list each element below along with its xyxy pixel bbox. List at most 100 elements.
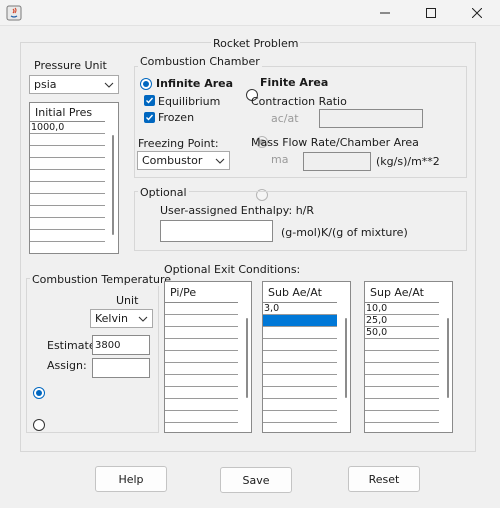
temp-unit-select[interactable]: Kelvin	[90, 309, 153, 328]
combustion-chamber-title: Combustion Chamber	[138, 55, 262, 68]
list-item[interactable]	[165, 363, 238, 375]
mass-flow-input[interactable]	[303, 152, 371, 171]
maximize-icon	[426, 8, 436, 18]
chevron-down-icon	[215, 158, 225, 164]
assign-radio[interactable]	[33, 419, 45, 431]
ac-at-label: ac/at	[271, 112, 299, 125]
list-item[interactable]: 50,0	[365, 327, 439, 339]
list-item[interactable]	[165, 375, 238, 387]
list-item[interactable]	[30, 242, 105, 253]
list-item[interactable]	[165, 339, 238, 351]
list-item[interactable]: 3,0	[263, 303, 337, 315]
list-item[interactable]	[263, 315, 337, 327]
list-header: Sup Ae/At	[365, 282, 452, 302]
list-item[interactable]	[30, 182, 105, 194]
temp-unit-value: Kelvin	[95, 312, 129, 325]
help-button[interactable]: Help	[95, 466, 167, 492]
list-item[interactable]	[165, 399, 238, 411]
list-item[interactable]	[30, 158, 105, 170]
list-item[interactable]	[165, 387, 238, 399]
estimate-radio[interactable]	[33, 387, 45, 399]
equilibrium-checkbox[interactable]	[144, 95, 155, 106]
list-item[interactable]	[30, 230, 105, 242]
list-item[interactable]	[365, 351, 439, 363]
list-item[interactable]	[30, 194, 105, 206]
save-button[interactable]: Save	[220, 467, 292, 493]
combustion-temperature-title: Combustion Temperature	[30, 273, 174, 286]
list-item[interactable]	[263, 363, 337, 375]
finite-area-label: Finite Area	[260, 76, 329, 89]
list-item[interactable]: 25,0	[365, 315, 439, 327]
sub-ae-at-list[interactable]: Sub Ae/At 3,0	[262, 281, 351, 433]
list-item[interactable]	[263, 351, 337, 363]
list-item[interactable]	[365, 339, 439, 351]
list-item[interactable]	[30, 218, 105, 230]
assign-input[interactable]	[92, 358, 150, 378]
pressure-unit-select[interactable]: psia	[29, 75, 119, 94]
list-item[interactable]	[30, 134, 105, 146]
list-item[interactable]	[365, 363, 439, 375]
list-item[interactable]	[365, 399, 439, 411]
mass-flow-unit: (kg/s)/m**2	[376, 155, 440, 168]
pi-pe-list[interactable]: Pi/Pe	[164, 281, 252, 433]
list-item[interactable]	[30, 146, 105, 158]
scrollbar[interactable]	[246, 318, 248, 398]
sup-ae-at-list[interactable]: Sup Ae/At 10,0 25,0 50,0	[364, 281, 453, 433]
list-header: Pi/Pe	[165, 282, 251, 302]
optional-title: Optional	[138, 186, 189, 199]
list-item[interactable]	[263, 339, 337, 351]
list-item[interactable]	[263, 387, 337, 399]
scrollbar[interactable]	[345, 318, 347, 398]
enthalpy-label: User-assigned Enthalpy: h/R	[160, 204, 315, 217]
mass-flow-label: Mass Flow Rate/Chamber Area	[251, 136, 419, 149]
list-item[interactable]	[165, 315, 238, 327]
list-item[interactable]	[365, 411, 439, 423]
freezing-point-select[interactable]: Combustor	[137, 151, 230, 170]
temp-unit-label: Unit	[116, 294, 139, 307]
infinite-area-radio[interactable]	[140, 78, 152, 90]
maximize-button[interactable]	[408, 0, 454, 26]
enthalpy-unit: (g-mol)K/(g of mixture)	[281, 226, 408, 239]
exit-conditions-title: Optional Exit Conditions:	[164, 263, 301, 276]
scrollbar[interactable]	[112, 135, 114, 235]
java-app-icon	[6, 5, 22, 21]
list-item[interactable]	[30, 206, 105, 218]
enthalpy-input[interactable]	[160, 220, 273, 242]
reset-button[interactable]: Reset	[348, 466, 420, 492]
list-item[interactable]: 10,0	[365, 303, 439, 315]
infinite-area-label: Infinite Area	[156, 77, 234, 90]
list-item[interactable]	[263, 375, 337, 387]
minimize-button[interactable]	[362, 0, 408, 26]
initial-pressure-list[interactable]: Initial Pres 1000,0	[29, 102, 119, 254]
scrollbar[interactable]	[447, 318, 449, 398]
list-item[interactable]	[365, 375, 439, 387]
list-item[interactable]	[263, 399, 337, 411]
close-button[interactable]	[454, 0, 500, 26]
frozen-checkbox[interactable]	[144, 112, 155, 123]
ma-label: ma	[271, 153, 289, 166]
list-item[interactable]	[165, 411, 238, 423]
frozen-label: Frozen	[158, 111, 195, 124]
list-item[interactable]	[165, 351, 238, 363]
list-rows: 1000,0	[30, 121, 105, 253]
list-rows	[165, 302, 238, 423]
list-item[interactable]	[263, 327, 337, 339]
equilibrium-label: Equilibrium	[158, 95, 221, 108]
close-icon	[472, 8, 482, 18]
list-item[interactable]	[263, 411, 337, 423]
contraction-ratio-input[interactable]	[319, 109, 423, 128]
chevron-down-icon	[104, 82, 114, 88]
list-item[interactable]	[165, 327, 238, 339]
panel-title: Rocket Problem	[211, 37, 301, 50]
list-rows: 10,0 25,0 50,0	[365, 302, 439, 423]
minimize-icon	[380, 12, 390, 14]
list-item[interactable]	[30, 170, 105, 182]
chevron-down-icon	[138, 316, 148, 322]
list-item[interactable]	[165, 303, 238, 315]
list-item[interactable]	[365, 387, 439, 399]
list-item[interactable]: 1000,0	[30, 122, 105, 134]
list-rows: 3,0	[263, 302, 337, 423]
pressure-unit-label: Pressure Unit	[34, 59, 107, 72]
check-icon	[146, 97, 154, 104]
estimate-input[interactable]: 3800	[92, 335, 150, 355]
